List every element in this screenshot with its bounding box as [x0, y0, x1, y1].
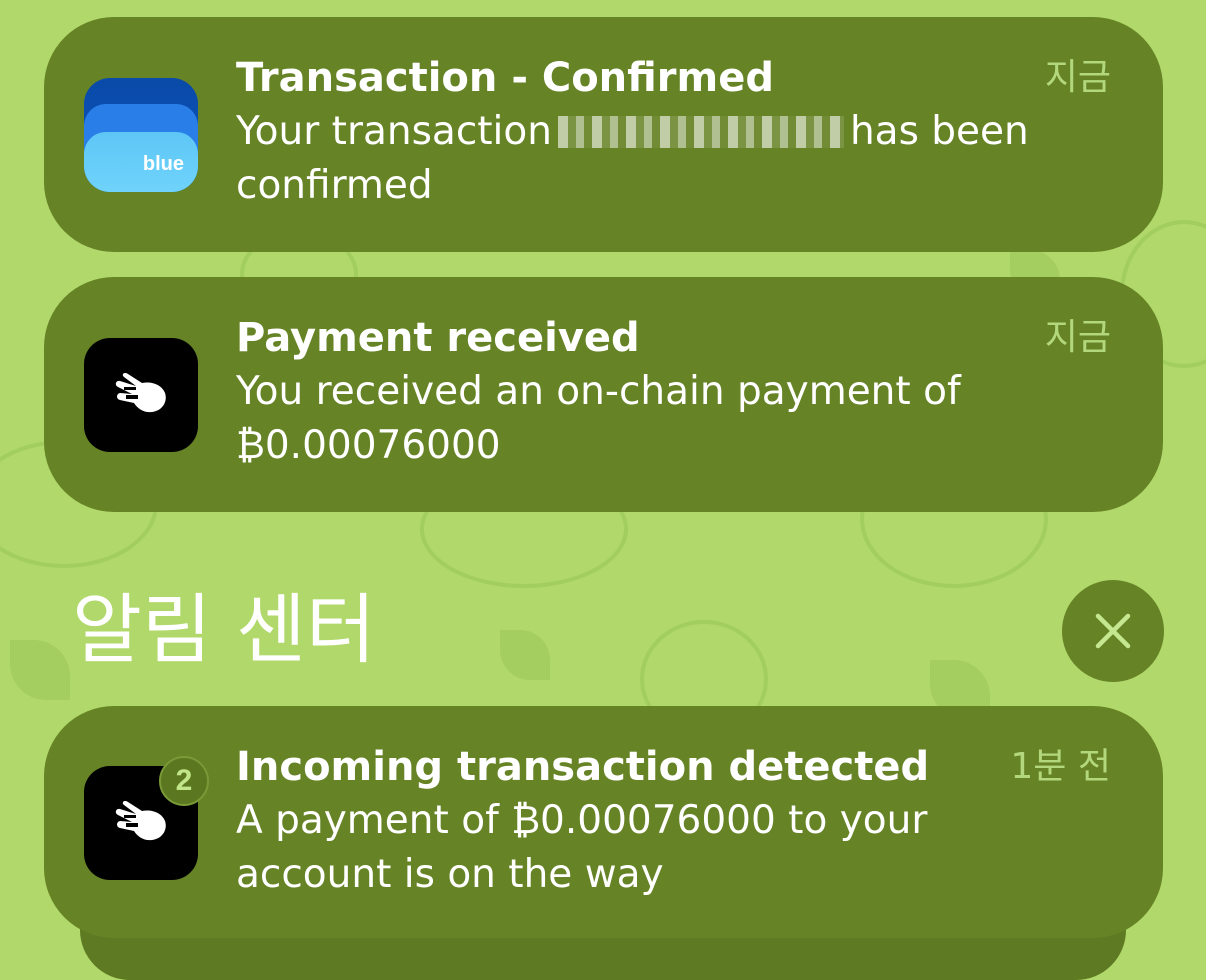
wallpaper-leaf [10, 640, 70, 700]
hand-wallet-icon [84, 338, 198, 452]
notification-body: A payment of ₿0.00076000 to your account… [236, 798, 928, 897]
notification-title: Payment received [236, 315, 640, 361]
body-text-start: Your transaction [236, 109, 552, 154]
notification-transaction-confirmed[interactable]: blue Transaction - Confirmed 지금 Your tra… [44, 17, 1163, 252]
notification-body: You received an on-chain payment of ₿0.0… [236, 369, 961, 468]
redacted-transaction-id [557, 116, 844, 148]
icon-brand-label: blue [142, 153, 184, 175]
notification-center-title: 알림 센터 [72, 585, 376, 674]
notification-time: 지금 [1044, 317, 1111, 358]
hand-icon [115, 801, 166, 841]
notification-count-badge: 2 [159, 756, 209, 806]
notification-body: Your transaction has been confirmed [236, 105, 1076, 213]
notification-payment-received[interactable]: Payment received 지금 You received an on-c… [44, 277, 1163, 512]
notification-title: Transaction - Confirmed [236, 55, 774, 101]
notification-title: Incoming transaction detected [236, 744, 930, 790]
notification-time: 지금 [1044, 57, 1111, 98]
notification-incoming-transaction[interactable]: 2 Incoming transaction detected 1분 전 A p… [44, 706, 1163, 938]
wallpaper-leaf [500, 630, 550, 680]
close-icon [1095, 613, 1131, 649]
bluewallet-icon: blue [84, 78, 198, 192]
clear-notifications-button[interactable] [1062, 580, 1164, 682]
notification-time: 1분 전 [1010, 746, 1111, 787]
hand-icon [115, 373, 166, 413]
